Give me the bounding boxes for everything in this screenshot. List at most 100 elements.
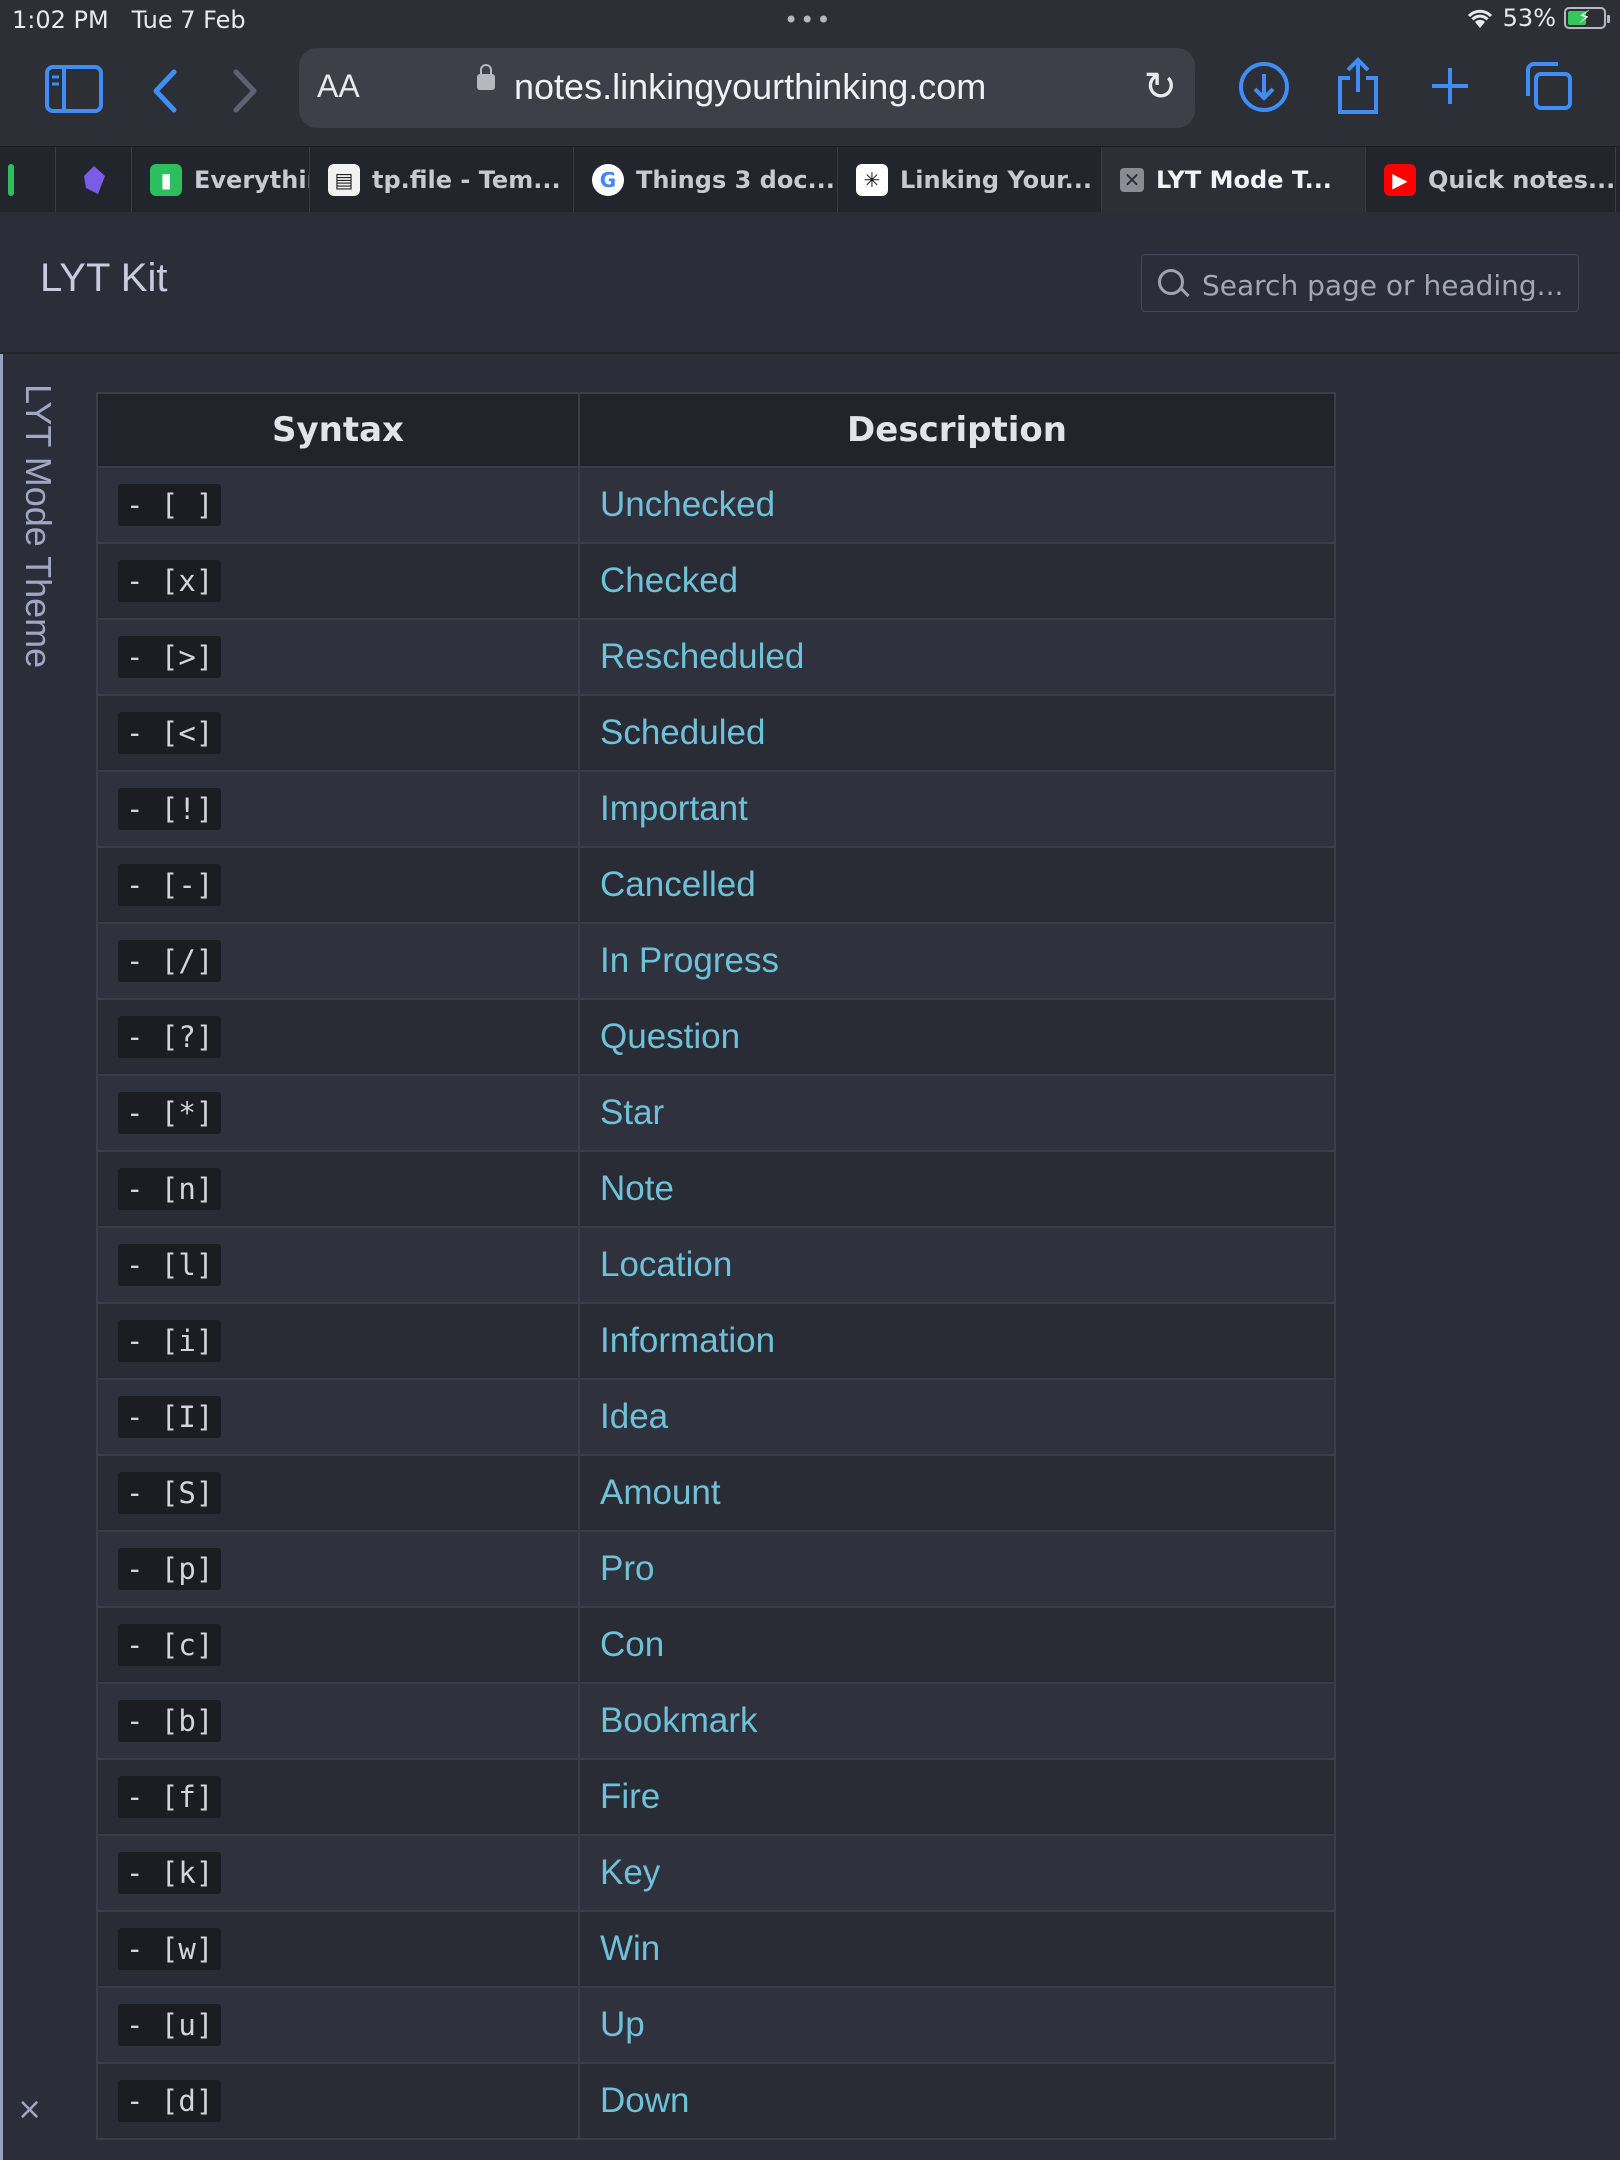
tab-pinned-2[interactable] [56, 147, 132, 213]
table-row: - [>] Rescheduled [96, 618, 1336, 696]
syntax-code: - [!] [118, 788, 222, 830]
back-icon[interactable] [150, 68, 180, 114]
syntax-cell: - [-] [96, 846, 580, 924]
table-row: - [n] Note [96, 1150, 1336, 1228]
rail-label[interactable]: LYT Mode Theme [17, 384, 59, 668]
syntax-code: - [/] [118, 940, 222, 982]
description-cell: Question [578, 998, 1336, 1076]
syntax-code: - [ ] [118, 484, 222, 526]
tab-overview-icon[interactable] [1522, 60, 1574, 112]
tab-linking-your[interactable]: ✳ Linking Your... [838, 147, 1102, 213]
description-cell: Idea [578, 1378, 1336, 1456]
syntax-cell: - [c] [96, 1606, 580, 1684]
close-panel-icon[interactable]: × [17, 2092, 42, 2127]
syntax-cell: - [I] [96, 1378, 580, 1456]
description-cell: Information [578, 1302, 1336, 1380]
search-icon [1158, 269, 1184, 295]
page-header: LYT Kit Search page or heading... [0, 212, 1620, 354]
downloads-icon[interactable] [1237, 60, 1291, 114]
tab-bar: ▮ Everythin ▤ tp.file - Tem... G Things … [0, 146, 1620, 213]
tab-everything[interactable]: ▮ Everythin [132, 147, 310, 213]
syntax-code: - [d] [118, 2080, 222, 2122]
description-cell: Star [578, 1074, 1336, 1152]
table-row: - [-] Cancelled [96, 846, 1336, 924]
table-row: - [c] Con [96, 1606, 1336, 1684]
close-tab-icon[interactable]: ✕ [1120, 168, 1144, 192]
sidebar-icon[interactable] [44, 64, 104, 114]
tab-quick-notes[interactable]: ▶ Quick notes... [1366, 147, 1616, 213]
share-icon[interactable] [1334, 56, 1382, 116]
table-row: - [*] Star [96, 1074, 1336, 1152]
multitasking-dots[interactable]: ••• [784, 6, 832, 34]
tab-title: Things 3 doc... [636, 166, 835, 194]
date-text: Tue 7 Feb [131, 6, 246, 34]
reload-icon[interactable]: ↻ [1143, 64, 1177, 110]
tab-title: Linking Your... [900, 166, 1092, 194]
obsidian-icon [84, 166, 105, 194]
new-tab-icon[interactable] [1428, 64, 1472, 108]
description-cell: Pro [578, 1530, 1336, 1608]
search-placeholder: Search page or heading... [1202, 269, 1564, 302]
description-cell: Bookmark [578, 1682, 1336, 1760]
tab-things-3[interactable]: G Things 3 doc... [574, 147, 838, 213]
search-input[interactable]: Search page or heading... [1141, 254, 1579, 312]
syntax-cell: - [u] [96, 1986, 580, 2064]
reader-options-button[interactable]: AA [317, 68, 360, 105]
syntax-code: - [x] [118, 560, 222, 602]
table-row: - [b] Bookmark [96, 1682, 1336, 1760]
description-cell: Win [578, 1910, 1336, 1988]
syntax-code: - [i] [118, 1320, 222, 1362]
syntax-code: - [-] [118, 864, 222, 906]
browser-toolbar: AA notes.linkingyourthinking.com ↻ [0, 40, 1620, 146]
syntax-cell: - [!] [96, 770, 580, 848]
syntax-cell: - [<] [96, 694, 580, 772]
description-cell: Con [578, 1606, 1336, 1684]
description-cell: Checked [578, 542, 1336, 620]
syntax-cell: - [w] [96, 1910, 580, 1988]
column-header-syntax: Syntax [96, 392, 580, 468]
tab-lyt-mode[interactable]: ✕ LYT Mode T... [1102, 147, 1366, 213]
description-cell: Rescheduled [578, 618, 1336, 696]
google-icon: G [592, 164, 624, 196]
syntax-cell: - [f] [96, 1758, 580, 1836]
table-header-row: Syntax Description [96, 392, 1336, 468]
forward-icon[interactable] [230, 68, 260, 114]
youtube-icon: ▶ [1384, 164, 1416, 196]
syntax-cell: - [ ] [96, 466, 580, 544]
description-cell: Scheduled [578, 694, 1336, 772]
site-title[interactable]: LYT Kit [40, 256, 167, 301]
side-panel-rail[interactable]: LYT Mode Theme × [0, 354, 59, 2160]
url-text[interactable]: notes.linkingyourthinking.com [514, 66, 986, 108]
description-cell: Cancelled [578, 846, 1336, 924]
description-cell: Note [578, 1150, 1336, 1228]
syntax-code: - [<] [118, 712, 222, 754]
syntax-cell: - [d] [96, 2062, 580, 2140]
syntax-cell: - [>] [96, 618, 580, 696]
battery-icon: ⚡ [1564, 7, 1610, 29]
syntax-table-container: Syntax Description - [ ] Unchecked - [x] Ch… [96, 392, 1336, 2140]
syntax-table: Syntax Description - [ ] Unchecked - [x] Ch… [96, 392, 1336, 2140]
status-indicators: 53% ⚡ [1465, 4, 1610, 32]
pinned-tab-icon [8, 164, 14, 196]
syntax-code: - [S] [118, 1472, 222, 1514]
description-cell: Unchecked [578, 466, 1336, 544]
address-bar[interactable]: AA notes.linkingyourthinking.com ↻ [299, 48, 1195, 128]
tab-tp-file[interactable]: ▤ tp.file - Tem... [310, 147, 574, 213]
column-header-description: Description [578, 392, 1336, 468]
tab-pinned-1[interactable] [0, 147, 56, 213]
templater-icon: ▤ [328, 164, 360, 196]
description-cell: Location [578, 1226, 1336, 1304]
table-row: - [S] Amount [96, 1454, 1336, 1532]
tab-title: Everythin [194, 166, 309, 194]
syntax-code: - [>] [118, 636, 222, 678]
syntax-code: - [w] [118, 1928, 222, 1970]
syntax-code: - [?] [118, 1016, 222, 1058]
lock-icon [477, 64, 495, 90]
syntax-cell: - [x] [96, 542, 580, 620]
syntax-code: - [*] [118, 1092, 222, 1134]
description-cell: Fire [578, 1758, 1336, 1836]
table-row: - [k] Key [96, 1834, 1336, 1912]
syntax-code: - [b] [118, 1700, 222, 1742]
description-cell: Amount [578, 1454, 1336, 1532]
table-row: - [I] Idea [96, 1378, 1336, 1456]
